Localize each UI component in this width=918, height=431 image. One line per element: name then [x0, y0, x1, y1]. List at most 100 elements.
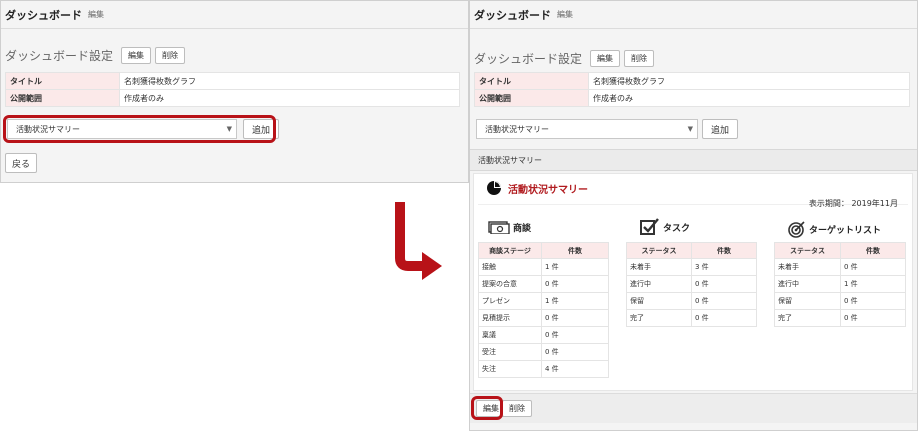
table-cell: 0 件 — [691, 292, 757, 310]
info-row: タイトル 名刺獲得枚数グラフ — [474, 72, 910, 90]
table-cell: 3 件 — [691, 258, 757, 276]
table-row: 見積提示 0 件 — [478, 309, 609, 327]
table-cell: 保留 — [774, 292, 841, 310]
info-label: タイトル — [474, 72, 589, 90]
table-cell: 0 件 — [541, 343, 609, 361]
table-cell: 0 件 — [840, 292, 906, 310]
table-cell: 1 件 — [541, 292, 609, 310]
deals-table: 商談ステージ 件数 接触 1 件 提案の合意 0 件 プレゼン 1 件 見積提示 0 件… — [478, 242, 609, 378]
settings-row: ダッシュボード設定 編集 削除 — [5, 47, 186, 64]
info-row: 公開範囲 作成者のみ — [5, 89, 460, 107]
info-table: タイトル 名刺獲得枚数グラフ 公開範囲 作成者のみ — [5, 72, 460, 107]
summary-bar-label: 活動状況サマリー — [478, 155, 542, 165]
page-subtitle: 編集 — [557, 10, 573, 19]
tasks-table: ステータス 件数 未着手 3 件 進行中 0 件 保留 0 件 完了 0 件 — [626, 242, 757, 327]
table-cell: 0 件 — [691, 275, 757, 293]
table-row: 稟議 0 件 — [478, 326, 609, 344]
card-title: 活動状況サマリー — [486, 180, 588, 196]
checkbox-icon — [640, 218, 659, 235]
pie-chart-icon — [487, 181, 501, 195]
section-header-targets: ターゲットリスト — [788, 220, 881, 238]
display-period: 表示期間： 2019年11月 — [808, 199, 898, 208]
info-label: 公開範囲 — [474, 89, 589, 107]
table-cell: 進行中 — [626, 275, 692, 293]
table-row: 進行中 1 件 — [774, 275, 906, 293]
table-row: 進行中 0 件 — [626, 275, 757, 293]
section-header-tasks: タスク — [640, 218, 690, 236]
table-cell: 稟議 — [478, 326, 542, 344]
page-title: ダッシュボード — [474, 8, 551, 22]
table-row: プレゼン 1 件 — [478, 292, 609, 310]
targets-table: ステータス 件数 未着手 0 件 進行中 1 件 保留 0 件 完了 0 件 — [774, 242, 906, 327]
left-panel: ダッシュボード 編集 ダッシュボード設定 編集 削除 タイトル 名刺獲得枚数グラ… — [0, 0, 469, 183]
section-title: タスク — [663, 223, 691, 234]
table-row: 保留 0 件 — [774, 292, 906, 310]
table-cell: 1 件 — [541, 258, 609, 276]
add-button[interactable]: 追加 — [243, 119, 280, 139]
info-label: タイトル — [5, 72, 120, 90]
table-cell: 提案の合意 — [478, 275, 542, 293]
page-title: ダッシュボード — [5, 8, 82, 22]
settings-row: ダッシュボード設定 編集 削除 — [474, 50, 655, 67]
section-header-deals: 商談 — [488, 220, 531, 234]
chevron-down-icon: ▼ — [226, 125, 232, 133]
delete-widget-button[interactable]: 削除 — [502, 400, 532, 417]
table-cell: 0 件 — [541, 326, 609, 344]
chevron-down-icon: ▼ — [687, 125, 693, 133]
table-cell: 0 件 — [840, 309, 906, 327]
table-row: 未着手 3 件 — [626, 258, 757, 276]
section-title: 商談 — [513, 223, 532, 234]
table-cell: 未着手 — [774, 258, 841, 276]
money-icon — [488, 221, 510, 234]
left-header: ダッシュボード 編集 — [1, 1, 468, 29]
flow-arrow-icon — [395, 202, 442, 280]
info-row: 公開範囲 作成者のみ — [474, 89, 910, 107]
column-header: 件数 — [840, 242, 906, 259]
widget-select[interactable]: 活動状況サマリー ▼ — [7, 119, 237, 139]
delete-settings-button[interactable]: 削除 — [624, 50, 655, 67]
right-header: ダッシュボード 編集 — [470, 1, 917, 29]
table-row: 完了 0 件 — [626, 309, 757, 327]
table-row: 失注 4 件 — [478, 360, 609, 378]
table-cell: 1 件 — [840, 275, 906, 293]
table-cell: 接触 — [478, 258, 542, 276]
widget-select[interactable]: 活動状況サマリー ▼ — [476, 119, 698, 139]
table-cell: 未着手 — [626, 258, 692, 276]
page-subtitle: 編集 — [88, 10, 104, 19]
table-cell: プレゼン — [478, 292, 542, 310]
table-cell: 0 件 — [541, 309, 609, 327]
table-row: 提案の合意 0 件 — [478, 275, 609, 293]
table-cell: 失注 — [478, 360, 542, 378]
edit-settings-button[interactable]: 編集 — [590, 50, 621, 67]
table-cell: 見積提示 — [478, 309, 542, 327]
bottom-bar: 編集 削除 — [470, 393, 917, 423]
right-panel: ダッシュボード 編集 ダッシュボード設定 編集 削除 タイトル 名刺獲得枚数グラ… — [469, 0, 918, 431]
column-header: ステータス — [626, 242, 692, 259]
info-label: 公開範囲 — [5, 89, 120, 107]
table-row: 保留 0 件 — [626, 292, 757, 310]
table-cell: 0 件 — [840, 258, 906, 276]
table-cell: 進行中 — [774, 275, 841, 293]
delete-settings-button[interactable]: 削除 — [155, 47, 186, 64]
settings-title: ダッシュボード設定 — [474, 52, 583, 66]
table-row: 完了 0 件 — [774, 309, 906, 327]
column-header: ステータス — [774, 242, 841, 259]
edit-settings-button[interactable]: 編集 — [121, 47, 152, 64]
info-table: タイトル 名刺獲得枚数グラフ 公開範囲 作成者のみ — [474, 72, 910, 107]
target-icon — [788, 221, 805, 238]
column-header: 件数 — [541, 242, 609, 259]
table-cell: 保留 — [626, 292, 692, 310]
section-title: ターゲットリスト — [809, 225, 882, 236]
add-button[interactable]: 追加 — [702, 119, 739, 139]
column-header: 商談ステージ — [478, 242, 542, 259]
summary-card: 活動状況サマリー 表示期間： 2019年11月 商談 商談ステージ 件数 接触 1… — [473, 173, 913, 391]
table-cell: 4 件 — [541, 360, 609, 378]
info-row: タイトル 名刺獲得枚数グラフ — [5, 72, 460, 90]
info-value: 名刺獲得枚数グラフ — [588, 72, 910, 90]
table-row: 接触 1 件 — [478, 258, 609, 276]
table-row: 未着手 0 件 — [774, 258, 906, 276]
widget-select-value: 活動状況サマリー — [485, 124, 549, 134]
back-button[interactable]: 戻る — [5, 153, 38, 173]
card-title-text: 活動状況サマリー — [508, 184, 588, 196]
info-value: 作成者のみ — [119, 89, 460, 107]
